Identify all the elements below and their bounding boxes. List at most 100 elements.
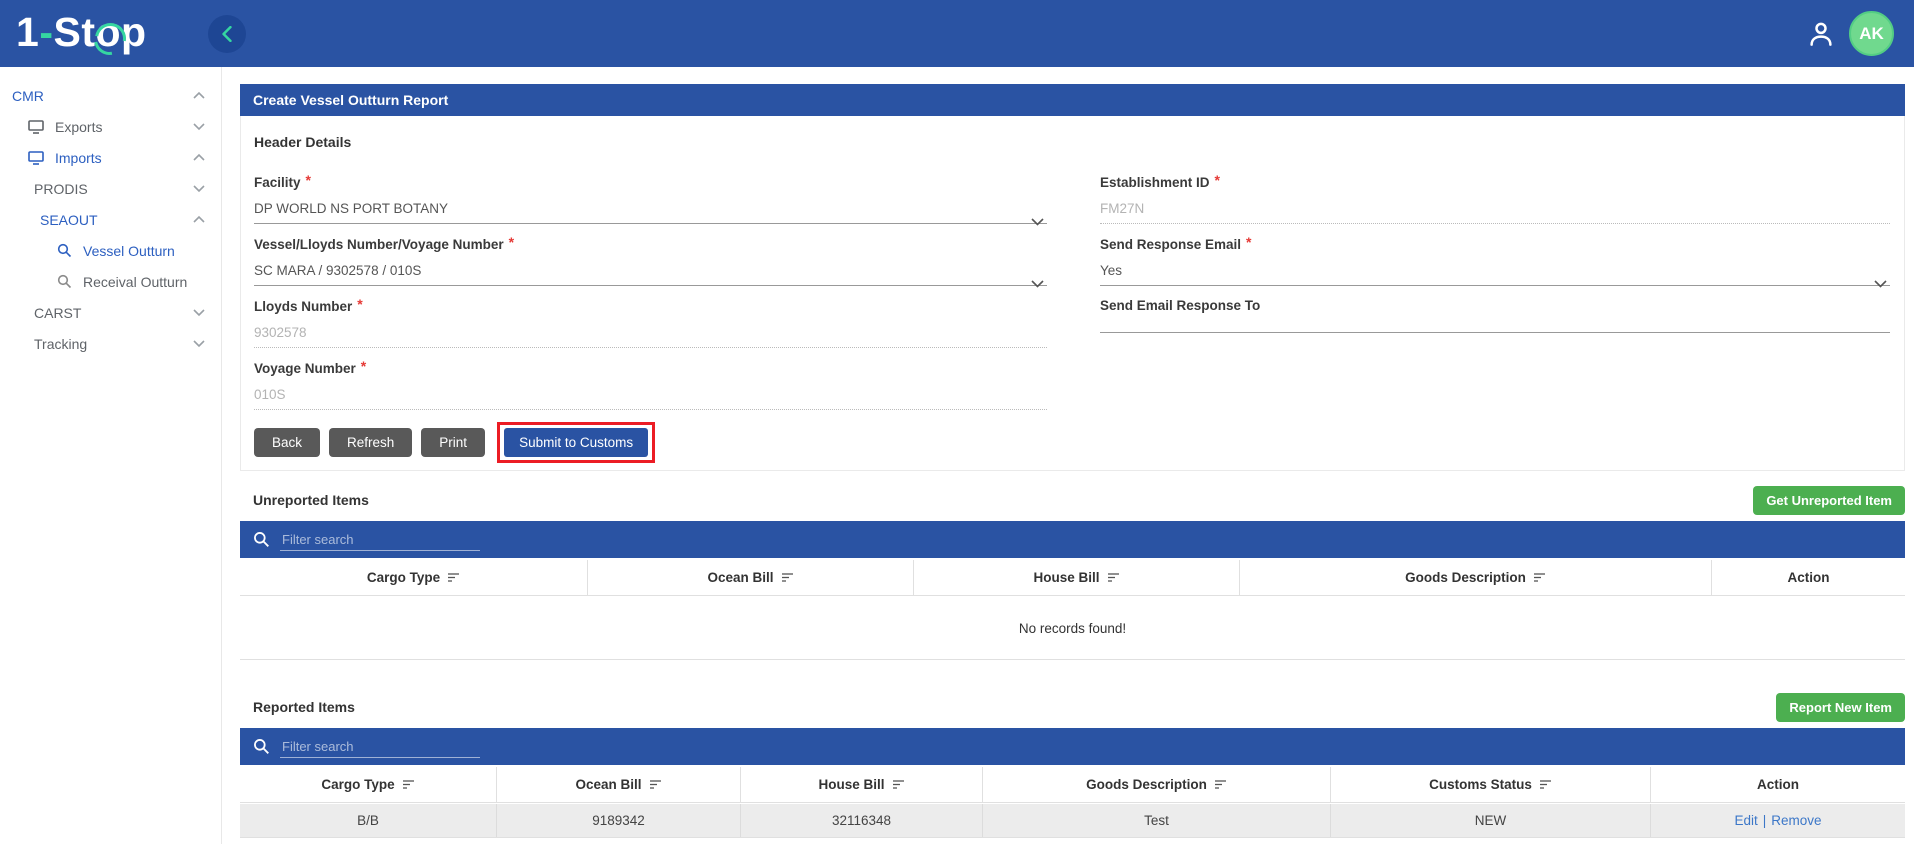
top-bar: 1-Stop AK [0,0,1914,67]
logo-o-cycle-icon: o [95,9,122,55]
table-row: B/B 9189342 32116348 Test NEW Edit | Rem… [240,804,1905,838]
field-label: Send Response Email * [1100,234,1252,252]
required-asterisk: * [357,296,363,312]
sort-icon [1107,573,1119,582]
column-header-house-bill[interactable]: House Bill [914,560,1240,595]
sidebar-item-label: Exports [55,118,103,135]
form-button-row: Back Refresh Print Submit to Customs [254,422,656,463]
sort-icon [448,573,460,582]
sidebar-item-receival-outturn[interactable]: Receival Outturn [0,266,221,297]
submit-to-customs-button[interactable]: Submit to Customs [504,428,649,457]
field-label: Facility * [254,172,311,190]
required-asterisk: * [1246,234,1252,250]
cell-action: Edit | Remove [1651,804,1905,837]
facility-field: Facility * DP WORLD NS PORT BOTANY [254,172,1047,236]
sidebar-item-label: Receival Outturn [83,273,188,290]
lloyds-number-input: 9302578 [254,325,1047,348]
reported-filter-input[interactable] [280,735,480,758]
report-new-item-button[interactable]: Report New Item [1776,692,1905,722]
sort-icon [1539,780,1551,789]
search-icon [254,532,269,547]
chevron-up-icon [193,91,205,99]
main-content: Create Vessel Outturn Report Header Deta… [222,67,1914,844]
facility-select[interactable]: DP WORLD NS PORT BOTANY [254,201,1047,224]
sidebar-item-tracking[interactable]: Tracking [0,328,221,359]
user-avatar[interactable]: AK [1849,11,1894,56]
header-details-title: Header Details [254,134,352,150]
sidebar-item-imports[interactable]: Imports [0,142,221,173]
send-email-response-to-input[interactable] [1100,332,1890,333]
sort-icon [649,780,661,789]
unreported-filter-input[interactable] [280,528,480,551]
required-asterisk: * [508,234,515,250]
sort-icon [892,780,904,789]
reported-items-title: Reported Items [253,699,355,715]
chevron-left-icon [222,26,232,42]
create-vessel-outturn-card: Create Vessel Outturn Report Header Deta… [240,84,1905,471]
get-unreported-item-button[interactable]: Get Unreported Item [1753,485,1905,515]
chevron-down-icon[interactable] [1031,280,1044,288]
sidebar-item-label: Tracking [34,335,88,352]
no-records-message: No records found! [240,597,1905,660]
sidebar-item-label: Vessel Outturn [83,242,175,259]
unreported-items-section: Unreported Items Get Unreported Item Car… [240,485,1905,661]
cell-cargo-type: B/B [240,804,497,837]
field-label: Establishment ID * [1100,172,1220,190]
column-header-cargo-type[interactable]: Cargo Type [240,767,497,802]
column-header-customs-status[interactable]: Customs Status [1331,767,1651,802]
chevron-down-icon [193,340,205,348]
column-header-ocean-bill[interactable]: Ocean Bill [588,560,914,595]
column-header-goods-description[interactable]: Goods Description [1240,560,1712,595]
reported-items-section: Reported Items Report New Item Cargo Typ… [240,692,1905,838]
required-asterisk: * [305,172,311,188]
sidebar-item-label: Imports [55,149,102,166]
logo-text: 1 [16,9,40,55]
sidebar-item-carst[interactable]: CARST [0,297,221,328]
column-header-goods-description[interactable]: Goods Description [983,767,1331,802]
chevron-down-icon [193,185,205,193]
column-header-ocean-bill[interactable]: Ocean Bill [497,767,741,802]
remove-link[interactable]: Remove [1771,813,1821,828]
send-response-email-field: Send Response Email * Yes [1100,234,1890,298]
back-button[interactable]: Back [254,428,321,457]
card-title: Create Vessel Outturn Report [240,84,1905,116]
monitor-icon [28,119,44,134]
sidebar-collapse-button[interactable] [208,15,246,53]
sidebar-item-cmr[interactable]: CMR [0,80,221,111]
required-asterisk: * [1214,172,1220,188]
refresh-button[interactable]: Refresh [329,428,413,457]
cell-house-bill: 32116348 [741,804,983,837]
vessel-select[interactable]: SC MARA / 9302578 / 010S [254,263,1047,286]
send-response-email-select[interactable]: Yes [1100,263,1890,286]
field-label: Send Email Response To [1100,298,1261,313]
sidebar-item-prodis[interactable]: PRODIS [0,173,221,204]
search-icon [254,739,269,754]
chevron-up-icon [193,215,205,223]
column-header-cargo-type[interactable]: Cargo Type [240,560,588,595]
cell-ocean-bill: 9189342 [497,804,741,837]
chevron-down-icon [193,123,205,131]
chevron-down-icon[interactable] [1031,218,1044,226]
annotation-highlight-box: Submit to Customs [497,422,656,463]
edit-link[interactable]: Edit [1734,813,1757,828]
lloyds-number-field: Lloyds Number * 9302578 [254,296,1047,360]
chevron-up-icon [193,153,205,161]
print-button[interactable]: Print [421,428,486,457]
action-separator: | [1762,813,1767,828]
chevron-down-icon[interactable] [1874,280,1887,288]
app-logo[interactable]: 1-Stop [16,9,147,56]
column-header-action: Action [1757,777,1799,792]
form-column-right: Establishment ID * FM27N Send Response Em… [1100,172,1890,422]
column-header-house-bill[interactable]: House Bill [741,767,983,802]
sidebar-item-exports[interactable]: Exports [0,111,221,142]
sidebar-nav: CMR Exports Imports PRODIS SEAOUT Vessel… [0,67,222,844]
sidebar-item-label: PRODIS [34,180,88,197]
person-icon[interactable] [1806,19,1836,49]
form-column-left: Facility * DP WORLD NS PORT BOTANY Vessel… [254,172,1047,422]
sort-icon [1533,573,1545,582]
sidebar-item-seaout[interactable]: SEAOUT [0,204,221,235]
reported-items-header: Reported Items Report New Item [240,692,1905,722]
sidebar-item-label: SEAOUT [40,211,98,228]
sidebar-item-vessel-outturn[interactable]: Vessel Outturn [0,235,221,266]
unreported-items-header: Unreported Items Get Unreported Item [240,485,1905,515]
